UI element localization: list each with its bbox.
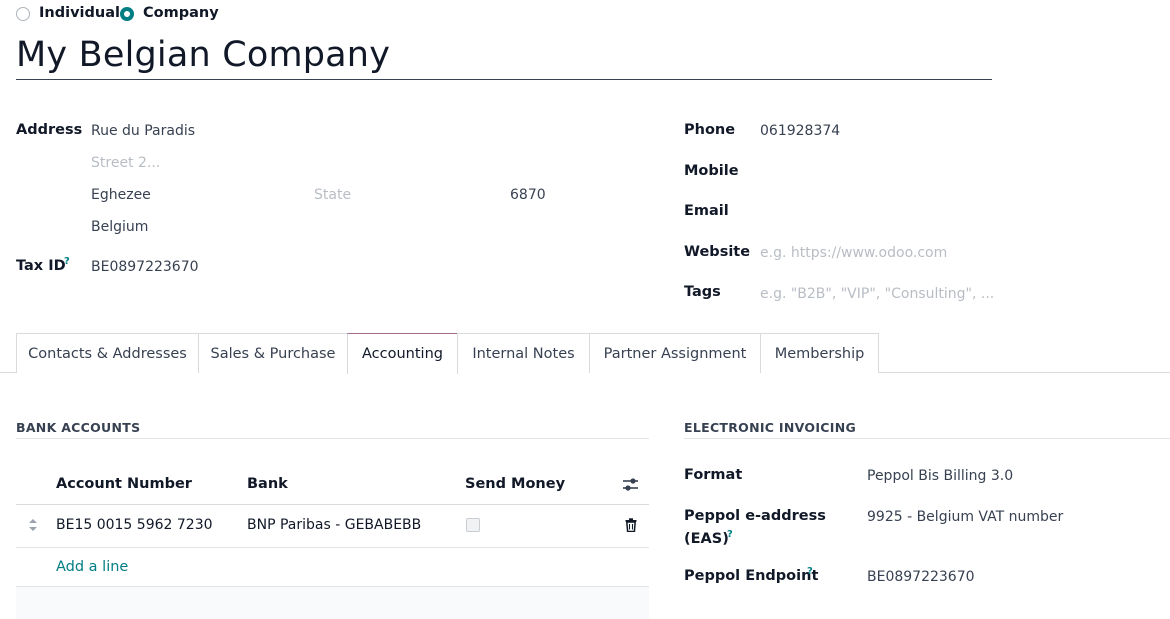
account-number-cell[interactable]: BE15 0015 5962 7230 — [56, 517, 213, 533]
tags-input[interactable]: e.g. "B2B", "VIP", "Consulting", ... — [760, 286, 994, 302]
eas-select[interactable]: 9925 - Belgium VAT number — [867, 509, 1063, 525]
electronic-invoicing-rule — [684, 438, 1170, 439]
send-money-checkbox[interactable] — [466, 518, 480, 532]
tab-membership[interactable]: Membership — [760, 333, 879, 373]
zip-input[interactable]: 6870 — [510, 187, 546, 203]
table-footer — [16, 587, 649, 619]
add-line-link[interactable]: Add a line — [56, 559, 128, 575]
partner-name-input[interactable]: My Belgian Company — [16, 33, 992, 80]
website-input[interactable]: e.g. https://www.odoo.com — [760, 245, 947, 261]
street2-input[interactable]: Street 2... — [91, 155, 160, 171]
website-label: Website — [684, 244, 751, 260]
endpoint-input[interactable]: BE0897223670 — [867, 569, 975, 585]
phone-label: Phone — [684, 122, 736, 138]
address-label: Address — [16, 122, 83, 138]
col-send-money[interactable]: Send Money — [465, 476, 565, 492]
bank-cell[interactable]: BNP Paribas - GEBABEBB — [247, 517, 421, 533]
format-select[interactable]: Peppol Bis Billing 3.0 — [867, 468, 1013, 484]
col-account-number[interactable]: Account Number — [56, 476, 192, 492]
street-input[interactable]: Rue du Paradis — [91, 123, 195, 139]
tax-id-input[interactable]: BE0897223670 — [91, 259, 199, 275]
tags-label: Tags — [684, 284, 721, 300]
format-label: Format — [684, 467, 743, 483]
eas-help-icon[interactable]: ? — [727, 529, 733, 540]
col-bank[interactable]: Bank — [247, 476, 288, 492]
company-radio[interactable] — [120, 7, 134, 21]
tab-contacts-addresses[interactable]: Contacts & Addresses — [16, 333, 199, 373]
individual-radio[interactable] — [16, 7, 30, 21]
email-label: Email — [684, 203, 729, 219]
country-select[interactable]: Belgium — [91, 219, 148, 235]
bank-accounts-title: BANK ACCOUNTS — [16, 420, 141, 435]
city-input[interactable]: Eghezee — [91, 187, 151, 203]
tab-sales-purchase[interactable]: Sales & Purchase — [198, 333, 348, 373]
state-select[interactable]: State — [314, 187, 351, 203]
tab-partner-assignment[interactable]: Partner Assignment — [589, 333, 761, 373]
electronic-invoicing-title: ELECTRONIC INVOICING — [684, 420, 857, 435]
row-rule — [16, 547, 649, 548]
bank-accounts-rule — [16, 438, 649, 439]
tax-id-help-icon[interactable]: ? — [64, 256, 70, 267]
trash-icon[interactable] — [625, 518, 637, 532]
phone-input[interactable]: 061928374 — [760, 123, 840, 139]
tab-accounting[interactable]: Accounting — [347, 333, 458, 374]
endpoint-label: Peppol Endpoint — [684, 568, 819, 584]
individual-label[interactable]: Individual — [39, 5, 120, 21]
mobile-label: Mobile — [684, 163, 739, 179]
tab-internal-notes[interactable]: Internal Notes — [457, 333, 590, 373]
tax-id-label: Tax ID — [16, 258, 66, 274]
endpoint-help-icon[interactable]: ? — [807, 566, 813, 577]
optional-columns-icon[interactable] — [622, 477, 639, 492]
eas-label-line1: Peppol e-address — [684, 508, 826, 524]
drag-handle-icon[interactable] — [28, 518, 38, 532]
company-label[interactable]: Company — [143, 5, 219, 21]
eas-label-line2: (EAS) — [684, 531, 729, 547]
